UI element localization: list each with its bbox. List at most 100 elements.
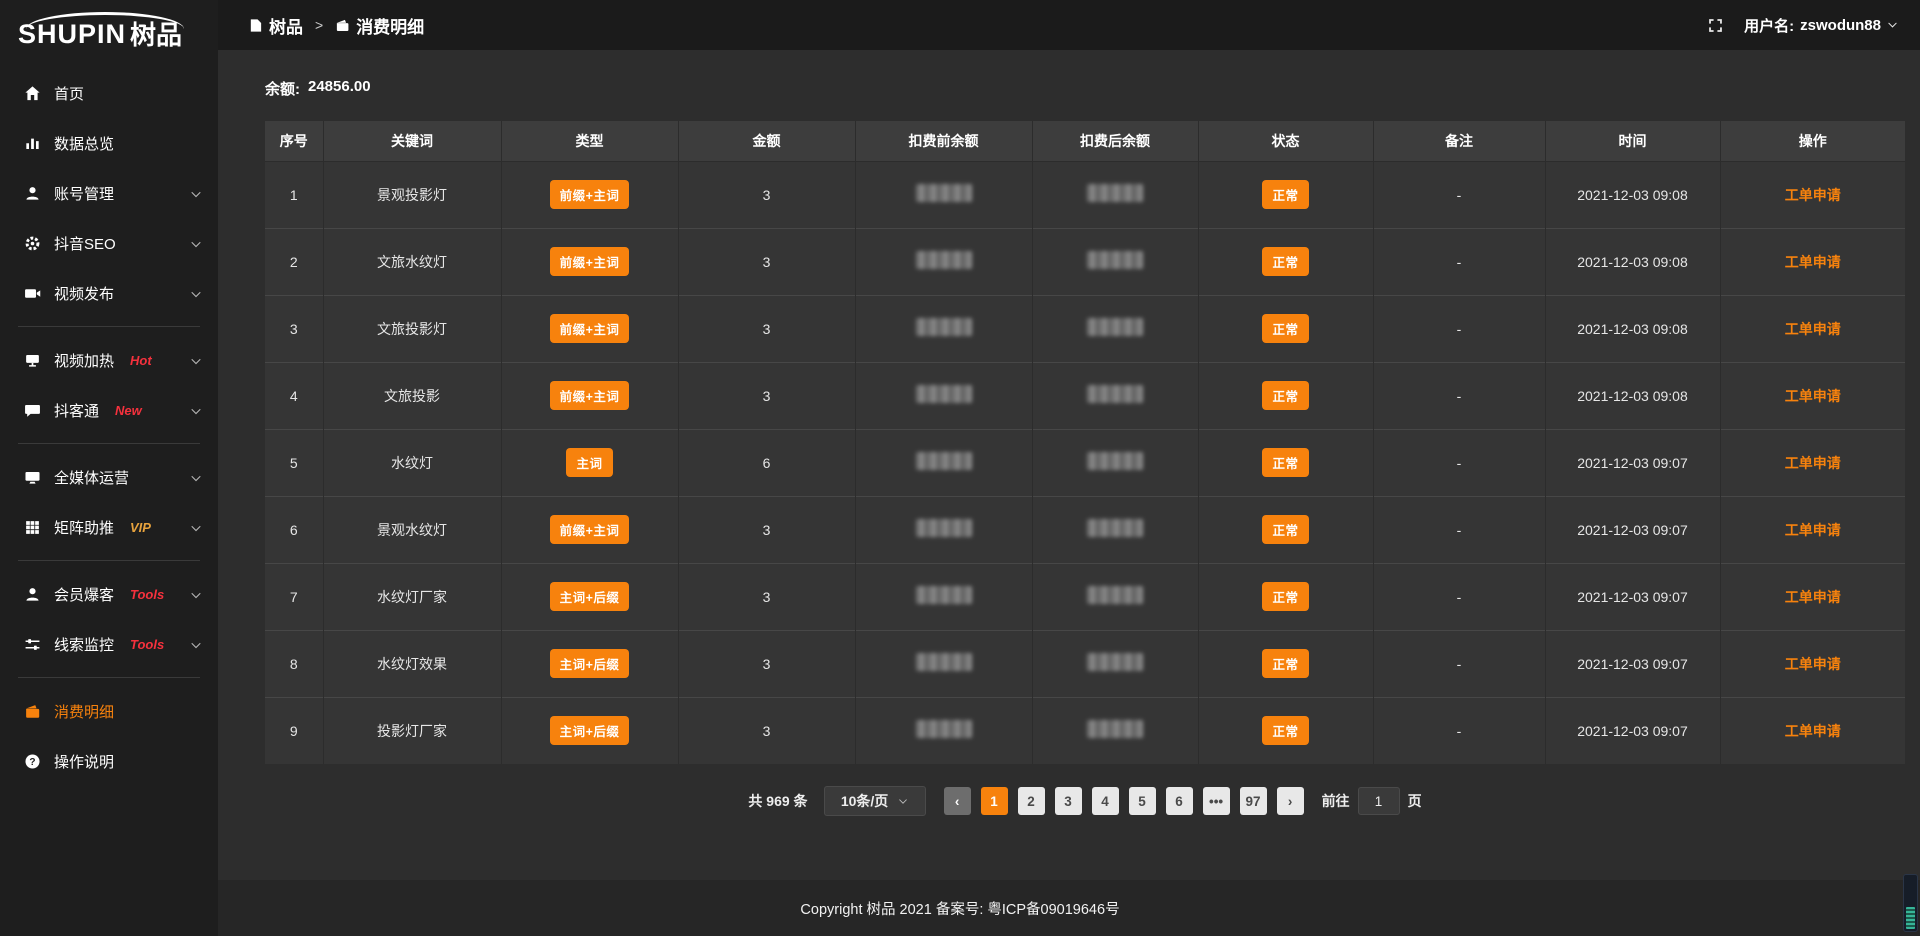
work-order-link[interactable]: 工单申请 (1785, 187, 1841, 203)
cell-keyword: 景观投影灯 (323, 161, 501, 228)
page-buttons: 123456 ••• 97 (981, 787, 1267, 815)
page-button-97[interactable]: 97 (1240, 787, 1267, 815)
cell-index: 3 (265, 295, 323, 362)
prev-page-button[interactable]: ‹ (944, 787, 971, 815)
breadcrumb-item-home[interactable]: 树品 (248, 13, 303, 38)
work-order-link[interactable]: 工单申请 (1785, 388, 1841, 404)
cell-time: 2021-12-03 09:08 (1545, 362, 1720, 429)
sidebar-item-label: 全媒体运营 (54, 467, 129, 488)
table-row: 4文旅投影前缀+主词3正常-2021-12-03 09:08工单申请 (265, 362, 1905, 429)
censored-value (916, 452, 972, 470)
sidebar-item-label: 消费明细 (54, 701, 114, 722)
cell-remark: - (1373, 161, 1545, 228)
cell-balance-before (855, 563, 1032, 630)
cell-remark: - (1373, 496, 1545, 563)
type-badge: 前缀+主词 (550, 247, 630, 276)
chevron-down-icon (190, 471, 202, 483)
cell-time: 2021-12-03 09:07 (1545, 429, 1720, 496)
status-badge: 正常 (1262, 381, 1308, 410)
cell-index: 6 (265, 496, 323, 563)
breadcrumb: 树品 > 消费明细 (248, 13, 424, 38)
breadcrumb-item-current[interactable]: 消费明细 (335, 13, 424, 38)
status-badge: 正常 (1262, 448, 1308, 477)
next-page-button[interactable]: › (1277, 787, 1304, 815)
table-body: 1景观投影灯前缀+主词3正常-2021-12-03 09:08工单申请2文旅水纹… (265, 161, 1905, 764)
cell-balance-after (1032, 161, 1198, 228)
cell-type: 前缀+主词 (501, 228, 678, 295)
chevron-down-icon (898, 793, 908, 809)
fullscreen-icon[interactable] (1707, 17, 1724, 34)
cell-remark: - (1373, 228, 1545, 295)
cell-balance-before (855, 362, 1032, 429)
work-order-link[interactable]: 工单申请 (1785, 522, 1841, 538)
sidebar-item-数据总览[interactable]: 数据总览 (0, 118, 218, 168)
sidebar-item-tag: Tools (130, 587, 164, 602)
cell-type: 前缀+主词 (501, 362, 678, 429)
page-size-select[interactable]: 10条/页 (824, 786, 926, 816)
sidebar-divider (18, 560, 200, 561)
chevron-down-icon (190, 354, 202, 366)
sidebar-item-全媒体运营[interactable]: 全媒体运营 (0, 452, 218, 502)
page-button-2[interactable]: 2 (1018, 787, 1045, 815)
page-button-3[interactable]: 3 (1055, 787, 1082, 815)
page-size-value: 10条/页 (841, 791, 888, 811)
sidebar-item-账号管理[interactable]: 账号管理 (0, 168, 218, 218)
page-button-4[interactable]: 4 (1092, 787, 1119, 815)
page-button-1[interactable]: 1 (981, 787, 1008, 815)
sidebar-item-矩阵助推[interactable]: 矩阵助推VIP (0, 502, 218, 552)
cell-keyword: 投影灯厂家 (323, 697, 501, 764)
chevron-down-icon (190, 521, 202, 533)
cell-remark: - (1373, 697, 1545, 764)
status-badge: 正常 (1262, 180, 1308, 209)
sidebar-item-会员爆客[interactable]: 会员爆客Tools (0, 569, 218, 619)
cell-time: 2021-12-03 09:07 (1545, 496, 1720, 563)
cell-type: 主词 (501, 429, 678, 496)
sidebar-item-视频加热[interactable]: 视频加热Hot (0, 335, 218, 385)
cell-action: 工单申请 (1720, 362, 1905, 429)
goto-page-input[interactable] (1358, 787, 1400, 815)
balance-row: 余额: 24856.00 (265, 78, 1905, 99)
sidebar-item-视频发布[interactable]: 视频发布 (0, 268, 218, 318)
sidebar-item-消费明细[interactable]: 消费明细 (0, 686, 218, 736)
cell-action: 工单申请 (1720, 161, 1905, 228)
page-ellipsis-button[interactable]: ••• (1203, 787, 1230, 815)
app-logo[interactable]: SHUPIN 树品 (0, 0, 218, 54)
cell-balance-after (1032, 496, 1198, 563)
chevron-down-icon (190, 287, 202, 299)
work-order-link[interactable]: 工单申请 (1785, 723, 1841, 739)
table-row: 1景观投影灯前缀+主词3正常-2021-12-03 09:08工单申请 (265, 161, 1905, 228)
cell-status: 正常 (1198, 630, 1373, 697)
cell-index: 7 (265, 563, 323, 630)
cell-status: 正常 (1198, 496, 1373, 563)
sidebar-item-操作说明[interactable]: ?操作说明 (0, 736, 218, 786)
work-order-link[interactable]: 工单申请 (1785, 254, 1841, 270)
user-menu[interactable]: 用户名: zswodun88 (1744, 15, 1898, 36)
scroll-indicator-widget[interactable] (1903, 874, 1918, 932)
sidebar-item-线索监控[interactable]: 线索监控Tools (0, 619, 218, 669)
sidebar-item-抖音SEO[interactable]: 抖音SEO (0, 218, 218, 268)
censored-value (1087, 318, 1143, 336)
cell-balance-before (855, 161, 1032, 228)
column-header-序号: 序号 (265, 121, 323, 161)
chevron-down-icon (190, 404, 202, 416)
cell-balance-after (1032, 697, 1198, 764)
sidebar-item-tag: Tools (130, 637, 164, 652)
status-badge: 正常 (1262, 649, 1308, 678)
status-badge: 正常 (1262, 247, 1308, 276)
status-badge: 正常 (1262, 515, 1308, 544)
cell-action: 工单申请 (1720, 295, 1905, 362)
sidebar-divider (18, 326, 200, 327)
sidebar-item-抖客通[interactable]: 抖客通New (0, 385, 218, 435)
work-order-link[interactable]: 工单申请 (1785, 656, 1841, 672)
work-order-link[interactable]: 工单申请 (1785, 589, 1841, 605)
work-order-link[interactable]: 工单申请 (1785, 455, 1841, 471)
sidebar-divider (18, 677, 200, 678)
page-button-6[interactable]: 6 (1166, 787, 1193, 815)
work-order-link[interactable]: 工单申请 (1785, 321, 1841, 337)
page-button-5[interactable]: 5 (1129, 787, 1156, 815)
sidebar-item-首页[interactable]: 首页 (0, 68, 218, 118)
cell-balance-before (855, 295, 1032, 362)
breadcrumb-label: 树品 (269, 13, 303, 38)
table-row: 5水纹灯主词6正常-2021-12-03 09:07工单申请 (265, 429, 1905, 496)
cell-time: 2021-12-03 09:07 (1545, 697, 1720, 764)
